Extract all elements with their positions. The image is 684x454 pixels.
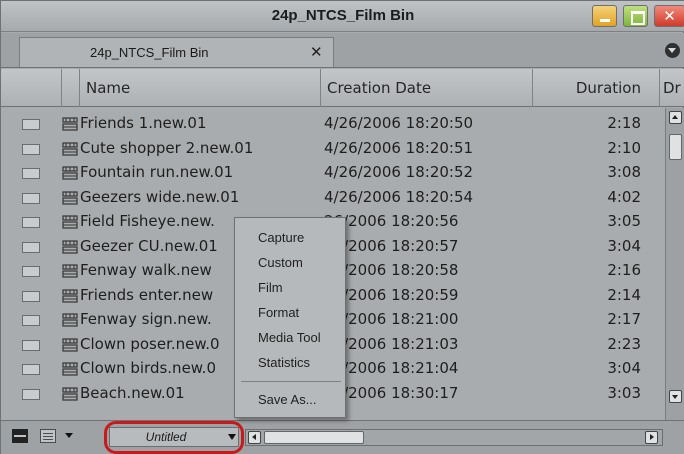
row-select-box[interactable]	[22, 364, 40, 375]
column-header-duration[interactable]: Duration	[533, 69, 660, 107]
duration: 3:05	[607, 212, 641, 230]
table-row[interactable]: Fountain run.new.01 4/26/2006 18:20:52 3:0…	[1, 161, 665, 185]
duration: 3:03	[607, 383, 641, 402]
maximize-button[interactable]	[623, 5, 648, 27]
duration: 2:17	[607, 310, 641, 328]
clip-icon	[62, 386, 78, 402]
highlight-outline	[104, 421, 244, 454]
creation-date: 4/26/2006 18:20:52	[324, 163, 474, 181]
clip-icon	[62, 141, 78, 157]
clip-name: Cute shopper 2.new.01	[80, 138, 254, 157]
duration: 2:14	[607, 285, 641, 304]
column-header-select[interactable]	[1, 69, 62, 107]
duration: 4:02	[607, 187, 641, 206]
scroll-up-icon[interactable]	[669, 111, 682, 124]
clip-icon	[62, 263, 78, 279]
clip-icon	[62, 165, 78, 181]
clip-icon	[62, 190, 78, 206]
tab-close-icon[interactable]: ✕	[310, 43, 323, 61]
duration: 3:04	[607, 236, 641, 255]
text-view-icon[interactable]	[40, 429, 56, 443]
row-select-box[interactable]	[22, 290, 40, 302]
row-select-box[interactable]	[22, 388, 40, 400]
duration: 2:23	[607, 334, 641, 353]
menu-item-format[interactable]: Format	[235, 301, 347, 325]
row-select-box[interactable]	[22, 339, 40, 351]
clip-name: Geezer CU.new.01	[80, 236, 218, 255]
close-button[interactable]: ✕	[654, 5, 684, 27]
clip-name: Field Fisheye.new.	[80, 212, 215, 230]
bottom-bar: Untitled	[1, 420, 684, 454]
clip-name: Geezers wide.new.01	[80, 187, 240, 206]
clip-icon	[62, 312, 78, 328]
clip-name: Friends enter.new	[80, 285, 214, 304]
tab-menu-icon[interactable]	[665, 43, 680, 58]
clip-name: Clown poser.new.0	[80, 334, 220, 353]
menu-item-media-tool[interactable]: Media Tool	[235, 326, 347, 350]
minimize-button[interactable]	[592, 5, 617, 27]
bin-window: 24p_NTCS_Film Bin ✕ 24p_NTCS_Film Bin ✕ …	[0, 0, 684, 454]
menu-item-statistics[interactable]: Statistics	[235, 351, 347, 375]
row-select-box[interactable]	[22, 168, 40, 179]
clip-icon	[62, 239, 78, 255]
menu-item-film[interactable]: Film	[235, 276, 347, 300]
bin-view-menu: Capture Custom Film Format Media Tool St…	[234, 217, 346, 418]
frame-view-icon[interactable]	[12, 429, 28, 443]
menu-item-custom[interactable]: Custom	[235, 251, 347, 275]
row-select-box[interactable]	[22, 217, 40, 228]
maximize-icon	[624, 6, 647, 26]
row-select-box[interactable]	[22, 315, 40, 326]
view-menu-arrow-icon[interactable]	[65, 433, 73, 438]
scroll-left-icon[interactable]	[248, 431, 261, 444]
table-row[interactable]: Cute shopper 2.new.01 4/26/2006 18:20:51 2…	[1, 137, 665, 161]
clip-name: Fenway walk.new	[80, 261, 212, 279]
horizontal-scrollbar[interactable]	[245, 429, 663, 446]
creation-date: 4/26/2006 18:20:51	[324, 138, 474, 157]
clip-name: Fenway sign.new.	[80, 310, 212, 328]
column-header-creation-date[interactable]: Creation Date	[321, 69, 533, 107]
clip-icon	[62, 337, 78, 353]
clip-icon	[62, 214, 78, 230]
column-header-truncated[interactable]: Dr	[660, 69, 684, 107]
clip-name: Fountain run.new.01	[80, 163, 234, 181]
table-row[interactable]: Friends 1.new.01 4/26/2006 18:20:50 2:18	[1, 112, 665, 136]
table-row[interactable]: Geezers wide.new.01 4/26/2006 18:20:54 4:0…	[1, 186, 665, 210]
clip-icon	[62, 288, 78, 304]
scroll-thumb[interactable]	[669, 134, 682, 160]
minimize-icon	[593, 6, 616, 26]
tab-bin[interactable]: 24p_NTCS_Film Bin ✕	[19, 37, 334, 67]
row-select-box[interactable]	[22, 192, 40, 204]
window-title: 24p_NTCS_Film Bin	[271, 7, 415, 24]
scroll-down-icon[interactable]	[669, 390, 682, 403]
column-header-name[interactable]: Name	[80, 69, 321, 107]
clip-icon	[62, 116, 78, 132]
menu-item-capture[interactable]: Capture	[235, 226, 347, 250]
clip-icon	[62, 361, 78, 377]
menu-item-save-as[interactable]: Save As...	[235, 388, 347, 412]
creation-date: 4/26/2006 18:20:54	[324, 187, 474, 206]
menu-separator	[241, 381, 341, 382]
row-select-box[interactable]	[22, 241, 40, 253]
title-bar[interactable]: 24p_NTCS_Film Bin ✕	[1, 1, 684, 32]
row-select-box[interactable]	[22, 143, 40, 155]
tab-bar: 24p_NTCS_Film Bin ✕	[1, 33, 684, 68]
column-header: Name Creation Date Duration Dr	[1, 69, 684, 107]
row-select-box[interactable]	[22, 266, 40, 277]
clip-name: Clown birds.new.0	[80, 359, 216, 377]
clip-name: Beach.new.01	[80, 383, 185, 402]
scroll-right-icon[interactable]	[645, 431, 658, 444]
duration: 2:10	[607, 138, 641, 157]
column-header-icon[interactable]	[62, 69, 80, 107]
creation-date: 4/26/2006 18:20:50	[324, 114, 474, 132]
duration: 3:08	[607, 163, 641, 181]
row-select-box[interactable]	[22, 119, 40, 130]
duration: 2:18	[607, 114, 641, 132]
duration: 3:04	[607, 359, 641, 377]
close-icon: ✕	[663, 7, 676, 25]
duration: 2:16	[607, 261, 641, 279]
vertical-scrollbar[interactable]	[665, 108, 684, 420]
clip-name: Friends 1.new.01	[80, 114, 207, 132]
horizontal-scroll-thumb[interactable]	[264, 431, 364, 444]
tab-label: 24p_NTCS_Film Bin	[90, 45, 209, 60]
